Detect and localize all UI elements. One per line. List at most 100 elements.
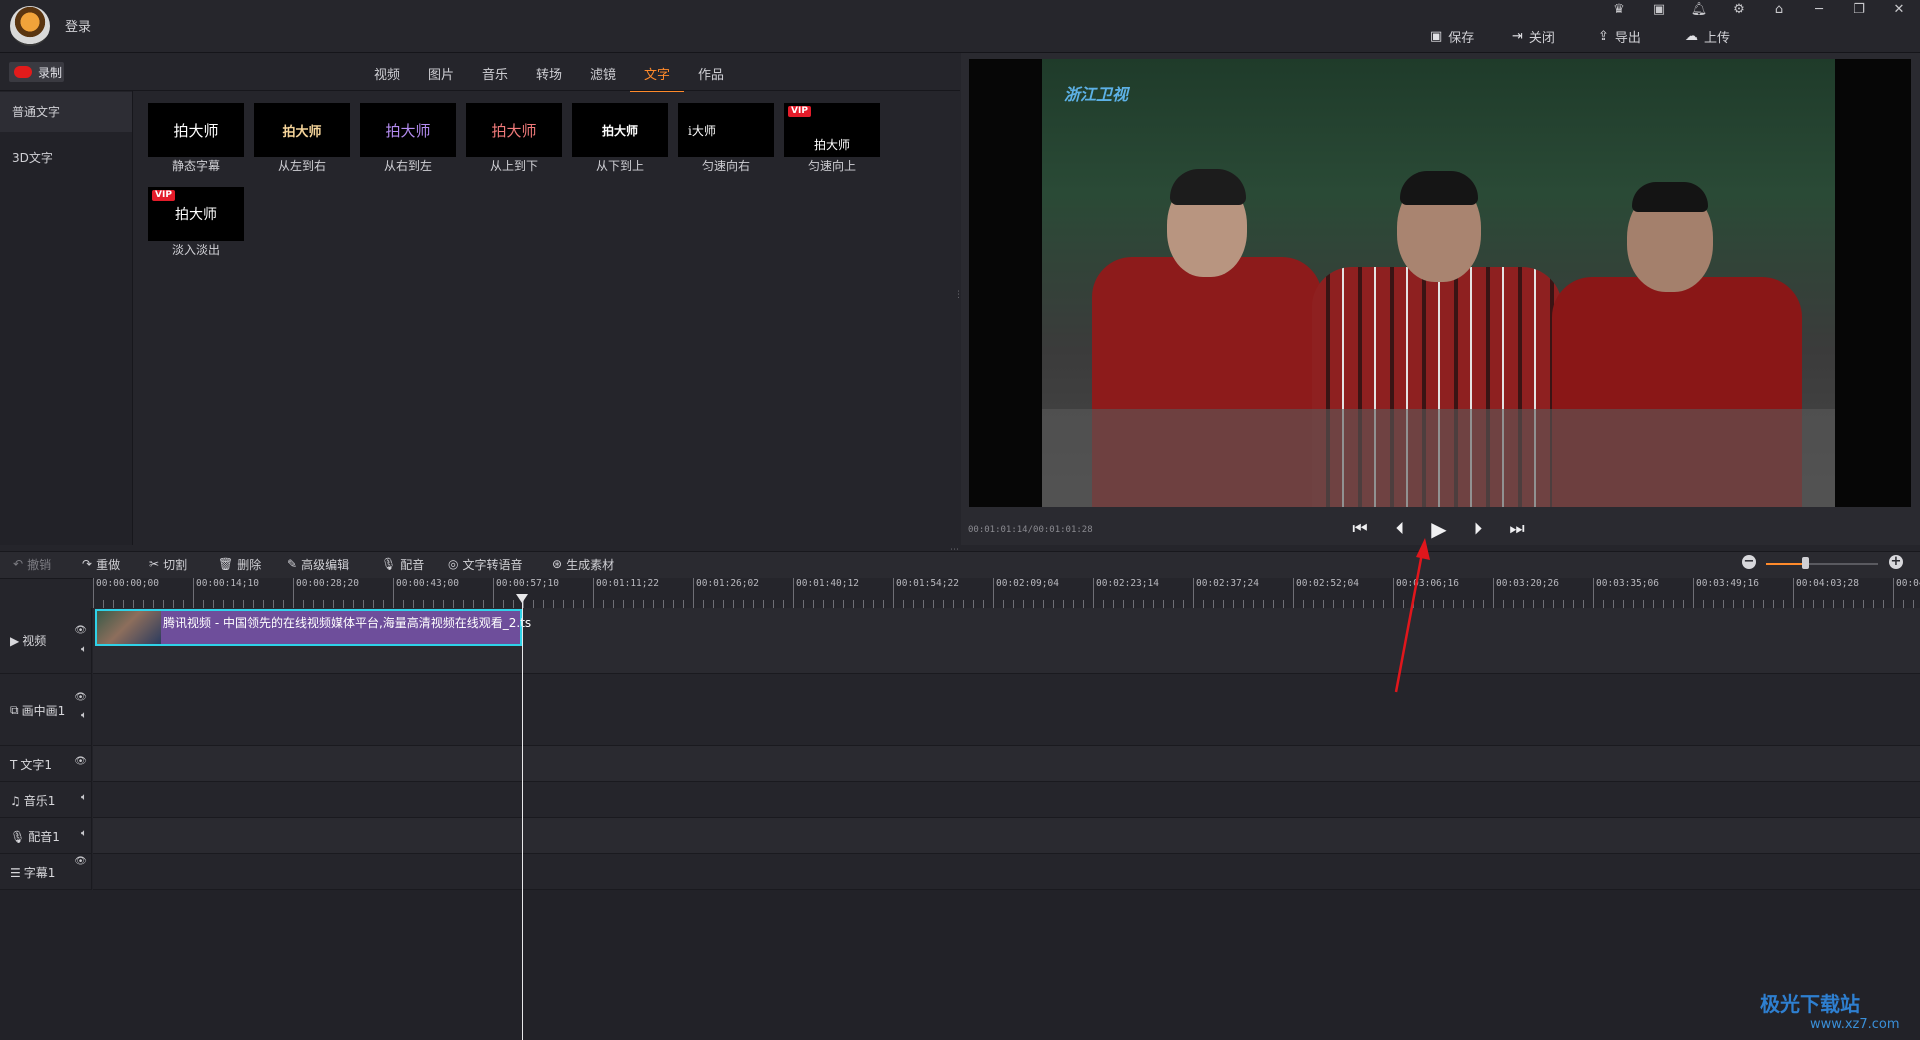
login-link[interactable]: 登录 [65,16,91,35]
text-track-icon: T [10,757,18,772]
undo-button[interactable]: ↶ 撤销 [13,556,51,572]
track-row-text[interactable] [93,746,1920,782]
template-left-to-right[interactable]: 拍大师 从左到右 [254,103,350,174]
template-label: 淡入淡出 [171,243,220,257]
dub-button[interactable]: 🎙︎ 配音 [381,556,424,572]
close-icon[interactable]: ✕ [1888,2,1910,20]
template-thumb: 拍大师 [148,103,244,157]
delete-button[interactable]: 🗑︎ 删除 [218,556,261,572]
minimize-icon[interactable]: ─ [1808,2,1830,20]
skip-start-icon[interactable]: ⏮ [1348,517,1372,541]
track-header-pip[interactable]: ⧉ 画中画1 👁︎ 🔈︎ [0,674,92,746]
tab-works[interactable]: 作品 [684,60,738,90]
track-header-music[interactable]: ♫ 音乐1 🔈︎ [0,782,92,818]
template-thumb: 拍大师 [254,103,350,157]
playhead[interactable] [522,596,523,1040]
speaker-icon[interactable]: 🔈︎ [81,644,87,655]
tab-music[interactable]: 音乐 [468,60,522,90]
template-static[interactable]: 拍大师 静态字幕 [148,103,244,174]
record-button[interactable]: 录制 [9,62,64,82]
material-label: 生成素材 [566,557,615,572]
crown-icon[interactable]: ♛ [1608,2,1630,20]
panel-splitter-handle[interactable]: ⋮ [954,290,963,304]
eye-icon[interactable]: 👁︎ [74,692,87,703]
track-row-pip[interactable] [93,674,1920,746]
zoom-slider-fill [1766,563,1806,565]
cut-button[interactable]: ✂ 切割 [149,556,187,572]
speaker-icon[interactable]: 🔈︎ [81,710,87,721]
track-header-text[interactable]: T 文字1 👁︎ [0,746,92,782]
ruler-tick-label: 00:02:37;24 [1193,578,1259,600]
bell-icon[interactable]: 🔔︎ [1688,2,1710,20]
watermark-logo: 极光下载站 www.xz7.com [1760,988,1900,1032]
track-header-video[interactable]: ▶ 视频 👁︎ 🔈︎ [0,608,92,674]
cut-label: 切割 [163,557,188,572]
clip-title: 腾讯视频 - 中国领先的在线视频媒体平台,海量高清视频在线观看_2.ts [163,616,532,630]
next-frame-icon[interactable]: ⏵ [1466,517,1490,541]
video-track-icon: ▶ [10,633,20,648]
ruler-tick-label: 00:00:00;00 [93,578,159,600]
preview-icon[interactable]: ▣ [1648,2,1670,20]
skip-end-icon[interactable]: ⏭ [1505,517,1529,541]
track-row-subtitle[interactable] [93,854,1920,890]
upload-button[interactable]: ☁ 上传 [1685,26,1730,46]
music-track-icon: ♫ [10,793,21,808]
gear-icon[interactable]: ⚙ [1728,2,1750,20]
tab-text[interactable]: 文字 [630,60,684,92]
ruler-tick-label: 00:00:14;10 [193,578,259,600]
user-avatar[interactable] [10,6,50,46]
speaker-icon[interactable]: 🔈︎ [81,828,87,839]
restore-icon[interactable]: ❐ [1848,2,1870,20]
template-top-to-bottom[interactable]: 拍大师 从上到下 [466,103,562,174]
category-normal-text[interactable]: 普通文字 [0,92,132,132]
template-right-to-left[interactable]: 拍大师 从右到左 [360,103,456,174]
tab-transition[interactable]: 转场 [522,60,576,90]
tts-label: 文字转语音 [462,557,523,572]
track-name: 文字1 [20,758,52,772]
video-clip[interactable]: 腾讯视频 - 中国领先的在线视频媒体平台,海量高清视频在线观看_2.ts [95,609,531,646]
exit-icon: ⇥ [1512,28,1523,44]
text-to-speech-button[interactable]: ◎ 文字转语音 [448,556,523,572]
advanced-edit-button[interactable]: ✎ 高级编辑 [287,556,349,572]
dub-label: 配音 [400,557,425,572]
zoom-out-icon[interactable]: − [1742,555,1756,569]
pip-track-icon: ⧉ [10,703,19,717]
tab-video[interactable]: 视频 [360,60,414,90]
save-icon: ▣ [1430,28,1443,44]
video-frame: 浙江卫视 [1042,59,1835,507]
close-project-button[interactable]: ⇥ 关闭 [1512,26,1555,46]
export-button[interactable]: ⇪ 导出 [1598,26,1641,46]
scissors-icon: ✂ [149,557,160,571]
eye-icon[interactable]: 👁︎ [74,756,87,767]
export-icon: ⇪ [1598,28,1609,44]
ruler-tick-label: 00:02:23;14 [1093,578,1159,600]
template-uniform-right[interactable]: i大师 匀速向右 [678,103,774,174]
zoom-slider-handle[interactable] [1802,557,1809,569]
generate-material-button[interactable]: ⊛ 生成素材 [552,556,614,572]
track-header-dub[interactable]: 🎙︎ 配音1 🔈︎ [0,818,92,854]
track-row-dub[interactable] [93,818,1920,854]
speaker-icon[interactable]: 🔈︎ [81,792,87,803]
template-thumb: 拍大师 [360,103,456,157]
track-header-subtitle[interactable]: ☰ 字幕1 👁︎ [0,854,92,890]
template-bottom-to-top[interactable]: 拍大师 从下到上 [572,103,668,174]
redo-button[interactable]: ↷ 重做 [82,556,120,572]
track-row-music[interactable] [93,782,1920,818]
eye-icon[interactable]: 👁︎ [74,625,87,636]
eye-icon[interactable]: 👁︎ [74,856,87,867]
tab-image[interactable]: 图片 [414,60,468,90]
export-label: 导出 [1614,30,1641,46]
template-thumb: VIP 拍大师 [148,187,244,241]
category-3d-text[interactable]: 3D文字 [0,138,132,178]
template-uniform-up[interactable]: VIP 拍大师 匀速向上 [784,103,880,174]
upload-label: 上传 [1704,30,1731,46]
template-fade[interactable]: VIP 拍大师 淡入淡出 [148,187,244,258]
ruler-tick-label: 00:02:09;04 [993,578,1059,600]
tab-filter[interactable]: 滤镜 [576,60,630,90]
save-button[interactable]: ▣ 保存 [1430,26,1474,46]
redo-icon: ↷ [82,557,93,571]
home-icon[interactable]: ⌂ [1768,2,1790,20]
template-thumb: 拍大师 [572,103,668,157]
track-name: 字幕1 [23,866,56,880]
zoom-in-icon[interactable]: + [1889,555,1903,569]
